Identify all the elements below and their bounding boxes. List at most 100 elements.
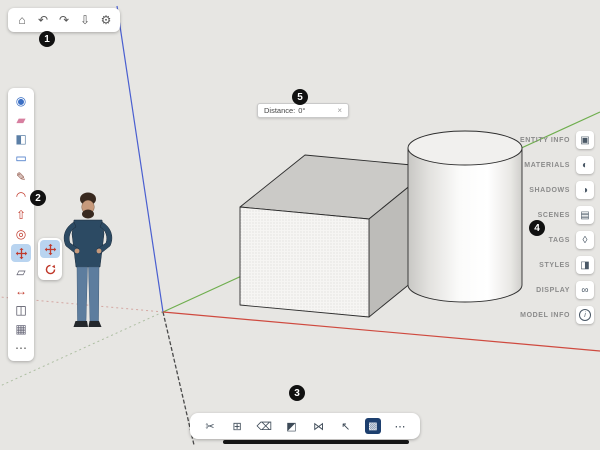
tags-icon: ◊ xyxy=(583,235,588,246)
tool-line[interactable]: ✎ xyxy=(11,168,31,186)
panel-display[interactable]: DISPLAY ∞ xyxy=(536,281,594,299)
tool-section-plane[interactable]: ◫ xyxy=(11,301,31,319)
redo-icon: ↷ xyxy=(59,13,69,27)
styles-icon: ◨ xyxy=(580,260,589,271)
figure-left-hand xyxy=(75,249,80,254)
pushpull-icon: ⇧ xyxy=(16,209,26,221)
panel-styles[interactable]: STYLES ◨ xyxy=(539,256,594,274)
materials-icon: ◐ xyxy=(582,160,588,171)
tool-eraser[interactable]: ▰ xyxy=(11,111,31,129)
undo-icon: ↶ xyxy=(38,13,48,27)
hourglass-button[interactable]: ⋈ xyxy=(311,418,327,434)
tool-move[interactable] xyxy=(11,244,31,262)
tool-image[interactable]: ▦ xyxy=(11,320,31,338)
display-icon: ∞ xyxy=(581,285,588,296)
materials-label: MATERIALS xyxy=(524,162,570,169)
shadows-icon: ◑ xyxy=(582,185,588,196)
measurement-box[interactable]: Distance: 0° × xyxy=(257,103,349,118)
tags-label: TAGS xyxy=(549,237,570,244)
tape-measure-icon: ▱ xyxy=(16,266,25,278)
paint-bucket-icon: ◧ xyxy=(15,133,26,145)
copy-button[interactable]: ⊞ xyxy=(229,418,245,434)
image-icon: ▦ xyxy=(15,323,26,335)
figure-left-leg xyxy=(77,267,88,321)
settings-button[interactable]: ⚙ xyxy=(97,11,115,29)
panel-entity-info[interactable]: ENTITY INFO ▣ xyxy=(520,131,594,149)
more-options-button[interactable]: ⋯ xyxy=(392,418,408,434)
tool-paint-bucket[interactable]: ◧ xyxy=(11,130,31,148)
model-info-label: MODEL INFO xyxy=(520,312,570,319)
export-button[interactable]: ⇩ xyxy=(76,11,94,29)
measurement-number: 0° xyxy=(298,106,305,115)
figure-right-shoe xyxy=(89,321,102,327)
move-tool-flyout xyxy=(38,238,62,280)
callout-badge-2: 2 xyxy=(30,190,46,206)
bottom-toolbar: ✂ ⊞ ⌫ ◩ ⋈ ↖ ▩ ⋯ xyxy=(190,413,420,439)
select-cursor-button[interactable]: ↖ xyxy=(338,418,354,434)
model-info-icon: i xyxy=(579,309,591,321)
tool-pushpull[interactable]: ⇧ xyxy=(11,206,31,224)
cylinder-top-face[interactable] xyxy=(408,131,522,165)
home-button[interactable]: ⌂ xyxy=(13,11,31,29)
tool-dimension[interactable]: ↔ xyxy=(11,282,31,300)
move-icon xyxy=(44,243,57,256)
figure-right-hand xyxy=(97,249,102,254)
redo-button[interactable]: ↷ xyxy=(55,11,73,29)
box[interactable] xyxy=(240,155,433,317)
top-toolbar: ⌂ ↶ ↷ ⇩ ⚙ xyxy=(8,8,120,32)
tool-arc[interactable]: ◠ xyxy=(11,187,31,205)
export-icon: ⇩ xyxy=(80,13,90,27)
dimension-icon: ↔ xyxy=(15,285,27,297)
more-tools-icon: ⋯ xyxy=(15,342,27,354)
flyout-move-tool[interactable] xyxy=(40,240,60,258)
flip-tool-button[interactable]: ◩ xyxy=(283,418,299,434)
flip-icon: ◩ xyxy=(286,420,296,433)
panel-scenes[interactable]: SCENES ▤ xyxy=(538,206,594,224)
measurement-close-icon[interactable]: × xyxy=(337,107,342,115)
undo-button[interactable]: ↶ xyxy=(34,11,52,29)
cylinder[interactable] xyxy=(408,131,522,302)
home-icon: ⌂ xyxy=(18,13,25,27)
trash-icon: ⌫ xyxy=(257,420,273,433)
arc-icon: ◠ xyxy=(16,190,26,202)
flyout-rotate-tool[interactable] xyxy=(40,260,60,278)
pattern-swatch-button[interactable]: ▩ xyxy=(365,418,381,434)
cylinder-body[interactable] xyxy=(408,148,522,302)
box-front-face[interactable] xyxy=(240,207,369,317)
knife-tool-button[interactable]: ✂ xyxy=(202,418,218,434)
pencil-icon: ✎ xyxy=(16,171,26,183)
tool-orbit[interactable]: ◉ xyxy=(11,92,31,110)
scenes-label: SCENES xyxy=(538,212,570,219)
panel-materials[interactable]: MATERIALS ◐ xyxy=(524,156,594,174)
measurement-value: Distance: 0° xyxy=(264,106,305,115)
tool-shapes[interactable]: ▭ xyxy=(11,149,31,167)
knife-icon: ✂ xyxy=(205,420,214,433)
display-label: DISPLAY xyxy=(536,287,570,294)
tool-tape-measure[interactable]: ▱ xyxy=(11,263,31,281)
panel-model-info[interactable]: MODEL INFO i xyxy=(520,306,594,324)
callout-badge-4: 4 xyxy=(529,220,545,236)
bottom-scrollbar[interactable] xyxy=(223,440,409,444)
rotate-icon xyxy=(44,263,57,276)
tool-more[interactable]: ⋯ xyxy=(11,339,31,357)
eraser-icon: ▰ xyxy=(16,114,25,126)
offset-icon: ◎ xyxy=(16,228,26,240)
scale-figure[interactable] xyxy=(64,193,112,328)
callout-badge-1: 1 xyxy=(39,31,55,47)
rectangle-icon: ▭ xyxy=(15,152,26,164)
delete-button[interactable]: ⌫ xyxy=(256,418,272,434)
panel-shadows[interactable]: SHADOWS ◑ xyxy=(529,181,594,199)
ellipsis-icon: ⋯ xyxy=(394,420,405,433)
entity-info-label: ENTITY INFO xyxy=(520,137,570,144)
tool-offset[interactable]: ◎ xyxy=(11,225,31,243)
measurement-label: Distance: xyxy=(264,106,295,115)
cursor-icon: ↖ xyxy=(341,420,350,433)
pattern-icon: ▩ xyxy=(368,421,377,432)
blue-axis xyxy=(117,6,163,312)
scenes-icon: ▤ xyxy=(580,210,589,221)
figure-beard xyxy=(82,210,94,219)
copy-icon: ⊞ xyxy=(233,420,242,433)
viewport[interactable] xyxy=(0,0,600,450)
panel-tags[interactable]: TAGS ◊ xyxy=(549,231,594,249)
left-toolbar: ◉ ▰ ◧ ▭ ✎ ◠ ⇧ ◎ ▱ ↔ ◫ ▦ ⋯ xyxy=(8,88,34,361)
